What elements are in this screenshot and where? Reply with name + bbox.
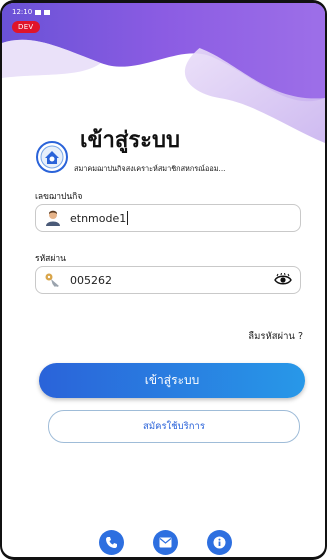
key-icon [45,273,59,287]
username-value: etnmode1 [70,211,127,225]
register-button[interactable]: สมัครใช้บริการ [48,410,300,443]
login-screen: 12:10 DEV เข้าสู่ระบบ สมาคมฌาปนกิจสงเครา… [0,0,327,560]
dev-badge: DEV [12,21,40,33]
notification-icon [44,9,51,15]
phone-glyph [106,537,117,548]
notification-icon [35,9,42,15]
status-time: 12:10 [12,8,33,16]
user-avatar-icon [46,210,60,226]
username-field[interactable]: etnmode1 [35,204,301,232]
login-button[interactable]: เข้าสู่ระบบ [39,363,305,398]
eye-icon[interactable] [274,273,292,287]
password-label: รหัสผ่าน [35,254,66,264]
username-label: เลขฌาปนกิจ [35,192,83,202]
text-caret [127,211,129,225]
info-icon[interactable] [207,530,232,555]
status-bar: 12:10 [12,8,51,16]
mail-glyph [159,537,172,548]
organization-name: สมาคมฌาปนกิจสงเคราะห์สมาชิกสหกรณ์ออม... [74,164,226,173]
mail-icon[interactable] [153,530,178,555]
info-glyph [213,536,226,549]
page-title: เข้าสู่ระบบ [80,128,180,153]
password-field[interactable]: 005262 [35,266,301,294]
association-logo [36,141,68,173]
phone-icon[interactable] [99,530,124,555]
password-value: 005262 [70,273,112,287]
forgot-password-link[interactable]: ลืมรหัสผ่าน ? [248,329,303,344]
